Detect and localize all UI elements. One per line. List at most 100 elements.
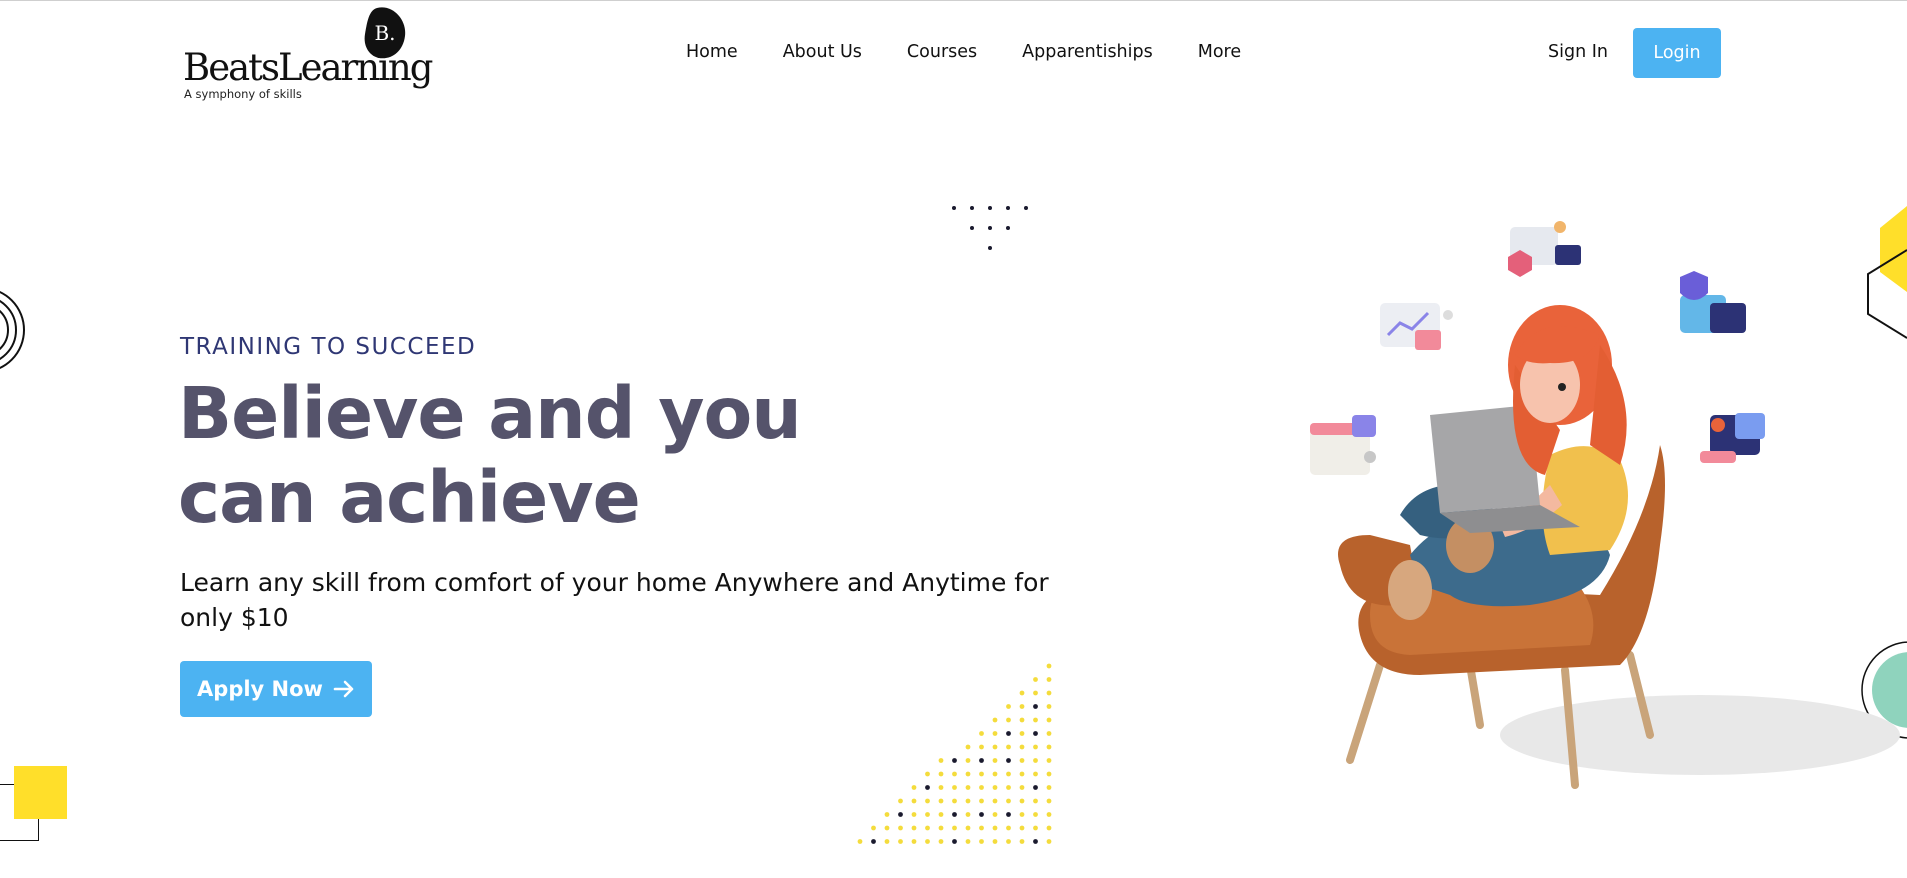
nav-item-home[interactable]: Home	[686, 42, 738, 62]
decorative-dot	[1006, 785, 1011, 790]
decorative-dot	[911, 825, 917, 831]
decorative-dot	[992, 758, 998, 763]
sign-in-link[interactable]: Sign In	[1548, 42, 1608, 62]
apply-now-label: Apply Now	[197, 677, 323, 701]
decorative-dot	[884, 839, 890, 844]
decorative-dot	[992, 717, 998, 723]
decorative-dot	[1033, 744, 1038, 750]
decorative-dot	[938, 812, 944, 817]
decorative-dot	[1046, 825, 1052, 831]
decorative-dot	[925, 839, 930, 844]
decorative-dot	[1033, 731, 1038, 736]
decorative-dot	[871, 839, 876, 844]
decorative-dot	[979, 812, 984, 817]
decorative-dot	[992, 798, 998, 804]
decorative-dot	[1006, 839, 1011, 844]
decorative-dot	[1019, 798, 1025, 804]
decorative-dot	[898, 839, 903, 844]
decorative-dot	[938, 771, 944, 777]
decorative-dot	[1006, 771, 1011, 777]
decorative-dot	[1046, 758, 1052, 763]
decorative-dot	[992, 771, 998, 777]
decorative-dot	[952, 825, 957, 831]
decorative-dot	[1006, 758, 1011, 763]
decorative-dot	[911, 839, 917, 844]
brand-tagline: A symphony of skills	[184, 87, 302, 101]
decorative-dot	[979, 839, 984, 844]
decorative-dot	[898, 825, 903, 831]
decorative-dot	[898, 812, 903, 817]
decorative-dot	[1019, 717, 1025, 723]
decorative-dot	[898, 798, 903, 804]
decorative-dot	[1033, 704, 1038, 709]
decorative-rings	[0, 290, 25, 370]
decorative-dot	[1046, 839, 1052, 844]
decorative-dot	[1019, 744, 1025, 750]
decorative-dot	[1046, 717, 1052, 723]
decorative-dot-triangle	[857, 663, 1052, 844]
decorative-dot	[992, 812, 998, 817]
brand-name: BeatsLearning	[183, 46, 433, 89]
decorative-dot	[1006, 744, 1011, 750]
nav-item-about-us[interactable]: About Us	[783, 42, 862, 62]
decorative-dot	[1019, 771, 1025, 777]
decorative-dot	[992, 731, 998, 736]
decorative-dot	[965, 785, 971, 790]
decorative-dot	[1033, 812, 1038, 817]
decorative-dot	[1046, 798, 1052, 804]
decorative-dot	[965, 812, 971, 817]
decorative-dot	[871, 825, 876, 831]
decorative-dot	[952, 798, 957, 804]
decorative-dot	[965, 825, 971, 831]
decorative-dot	[1046, 731, 1052, 736]
decorative-dot	[1006, 812, 1011, 817]
arrow-right-icon	[333, 680, 354, 698]
decorative-dot	[979, 798, 984, 804]
decorative-dot	[1033, 798, 1038, 804]
decorative-dot	[884, 812, 890, 817]
decorative-dot	[1006, 825, 1011, 831]
decorative-dot	[1046, 785, 1052, 790]
main-nav: Home About Us Courses Apparentiships Mor…	[686, 42, 1286, 62]
decorative-dot	[1046, 771, 1052, 777]
decorative-yellow-square	[14, 766, 67, 819]
decorative-dot	[979, 758, 984, 763]
brand-logo[interactable]: B. BeatsLearning A symphony of skills	[183, 6, 433, 106]
decorative-dot	[1033, 839, 1038, 844]
decorative-dot	[1046, 690, 1052, 696]
decorative-dot	[992, 744, 998, 750]
decorative-dot	[911, 798, 917, 804]
decorative-dot	[952, 785, 957, 790]
decorative-dot	[979, 785, 984, 790]
decorative-dot	[1019, 839, 1025, 844]
hero-headline: Believe and you can achieve	[178, 372, 802, 539]
login-button[interactable]: Login	[1633, 28, 1721, 78]
nav-item-more[interactable]: More	[1198, 42, 1241, 62]
svg-text:B.: B.	[374, 21, 395, 45]
decorative-dot	[1046, 677, 1052, 682]
decorative-dot	[1006, 731, 1011, 736]
decorative-dot	[952, 812, 957, 817]
apply-now-button[interactable]: Apply Now	[180, 661, 372, 717]
decorative-dot	[992, 825, 998, 831]
decorative-dot	[911, 812, 917, 817]
decorative-dot	[965, 744, 971, 750]
decorative-dot	[925, 785, 930, 790]
decorative-dot	[1006, 717, 1011, 723]
decorative-dot	[992, 785, 998, 790]
decorative-dot	[1019, 731, 1025, 736]
decorative-dot	[1046, 744, 1052, 750]
decorative-dot	[938, 785, 944, 790]
decorative-dot	[1019, 785, 1025, 790]
nav-item-apprenticeships[interactable]: Apparentiships	[1022, 42, 1153, 62]
decorative-dot	[979, 744, 984, 750]
hero-illustration	[1310, 221, 1900, 789]
decorative-dot	[1019, 812, 1025, 817]
nav-item-courses[interactable]: Courses	[907, 42, 977, 62]
decorative-dot	[979, 771, 984, 777]
decorative-dot	[938, 825, 944, 831]
decorative-dot	[911, 785, 917, 790]
decorative-dot	[1019, 690, 1025, 696]
decorative-dot	[1046, 663, 1052, 669]
decorative-dot	[965, 839, 971, 844]
